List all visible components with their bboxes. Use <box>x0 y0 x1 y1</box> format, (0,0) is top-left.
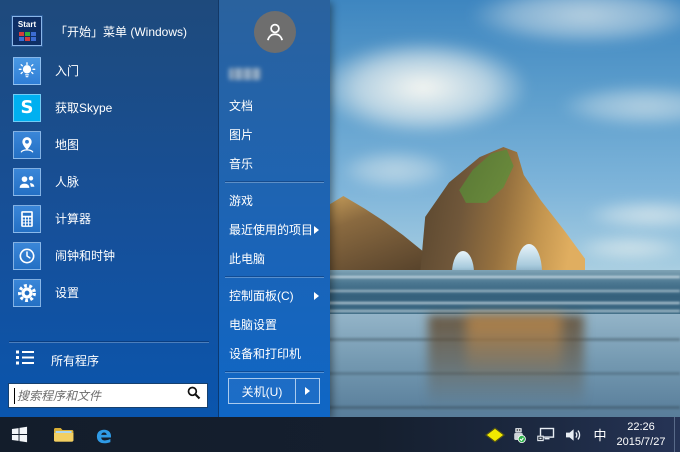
right-item-this-pc[interactable]: 此电脑 <box>219 244 330 273</box>
shutdown-button[interactable]: 关机(U) <box>229 379 295 403</box>
map-pin-icon <box>13 131 41 159</box>
menu-item-label: 设置 <box>55 284 79 301</box>
file-explorer-button[interactable] <box>46 417 80 452</box>
spacer <box>0 311 218 342</box>
people-icon <box>13 168 41 196</box>
search-row <box>0 377 218 417</box>
submenu-arrow-icon <box>314 292 319 300</box>
cloud-shape <box>340 150 450 190</box>
menu-item-label: 获取Skype <box>55 99 112 116</box>
volume-icon <box>565 428 582 442</box>
cloud-shape <box>585 200 680 230</box>
menu-item-label: 闹钟和时钟 <box>55 247 115 264</box>
clock-icon <box>13 242 41 270</box>
all-programs-icon <box>16 350 34 371</box>
shutdown-split-button: 关机(U) <box>228 378 320 404</box>
skype-icon: S <box>13 94 41 122</box>
start-menu-left-panel: Start 「开始」菜单 (Windows) 入门 S 获取Sk <box>0 0 218 417</box>
start-menu: Start 「开始」菜单 (Windows) 入门 S 获取Sk <box>0 0 330 417</box>
right-group-libraries: 文档 图片 音乐 <box>219 91 330 178</box>
user-avatar[interactable] <box>254 11 296 53</box>
right-group-system: 游戏 最近使用的项目 此电脑 <box>219 186 330 273</box>
tray-clock[interactable]: 22:26 2015/7/27 <box>612 417 670 452</box>
menu-item-start-menu-windows[interactable]: Start 「开始」菜单 (Windows) <box>0 0 218 52</box>
yellow-diamond-icon <box>485 427 504 442</box>
menu-item-label: 入门 <box>55 62 79 79</box>
right-item-pictures[interactable]: 图片 <box>219 120 330 149</box>
chinese-input-indicator: 中 <box>593 425 606 444</box>
right-item-recent-items[interactable]: 最近使用的项目 <box>219 215 330 244</box>
taskbar: e <box>0 417 680 452</box>
search-icon[interactable] <box>187 386 201 405</box>
cloud-shape <box>560 85 680 127</box>
screen: Start 「开始」菜单 (Windows) 入门 S 获取Sk <box>0 0 680 452</box>
lightbulb-icon <box>13 57 41 85</box>
tray-network[interactable] <box>533 417 559 452</box>
cloud-shape <box>470 0 680 45</box>
right-item-control-panel[interactable]: 控制面板(C) <box>219 281 330 310</box>
shutdown-options-arrow-button[interactable] <box>295 379 319 403</box>
menu-item-people[interactable]: 人脉 <box>0 163 218 200</box>
user-name-redacted[interactable] <box>229 68 261 80</box>
start-button[interactable] <box>4 417 34 452</box>
submenu-arrow-icon <box>314 226 319 234</box>
search-input[interactable] <box>9 389 187 403</box>
divider <box>225 182 324 183</box>
windows-logo-icon <box>11 426 28 443</box>
clock-date: 2015/7/27 <box>612 435 670 449</box>
menu-item-label: 人脉 <box>55 173 79 190</box>
clock-time: 22:26 <box>612 420 670 434</box>
start-icon-caption: Start <box>18 21 36 29</box>
right-item-music[interactable]: 音乐 <box>219 149 330 178</box>
golden-reflection <box>466 315 562 379</box>
calculator-icon <box>13 205 41 233</box>
tray-app-icon-yellow[interactable] <box>483 417 507 452</box>
menu-item-getting-started[interactable]: 入门 <box>0 52 218 89</box>
tray-usb-safely-remove[interactable] <box>506 417 530 452</box>
tray-volume[interactable] <box>560 417 586 452</box>
menu-item-settings[interactable]: 设置 <box>0 274 218 311</box>
start-menu-app-icon: Start <box>12 16 42 46</box>
right-group-settings: 控制面板(C) 电脑设置 设备和打印机 <box>219 281 330 368</box>
menu-item-calculator[interactable]: 计算器 <box>0 200 218 237</box>
menu-item-get-skype[interactable]: S 获取Skype <box>0 89 218 126</box>
edge-browser-button[interactable]: e <box>88 417 120 452</box>
tray-input-indicator[interactable]: 中 <box>588 417 612 452</box>
menu-item-maps[interactable]: 地图 <box>0 126 218 163</box>
menu-item-alarms-clock[interactable]: 闹钟和时钟 <box>0 237 218 274</box>
menu-item-label: 地图 <box>55 136 79 153</box>
right-item-devices-printers[interactable]: 设备和打印机 <box>219 339 330 368</box>
text-caret <box>14 388 15 404</box>
gear-icon <box>13 279 41 307</box>
divider <box>225 277 324 278</box>
cloud-shape <box>318 40 528 135</box>
start-icon-tiles <box>19 32 36 41</box>
divider <box>225 372 324 373</box>
folder-icon <box>53 426 74 443</box>
usb-device-icon <box>511 427 526 443</box>
right-item-games[interactable]: 游戏 <box>219 186 330 215</box>
all-programs-button[interactable]: 所有程序 <box>0 343 218 377</box>
right-item-documents[interactable]: 文档 <box>219 91 330 120</box>
network-icon <box>537 427 555 442</box>
cloud-shape <box>575 235 680 261</box>
right-item-pc-settings[interactable]: 电脑设置 <box>219 310 330 339</box>
menu-item-label: 计算器 <box>55 210 91 227</box>
show-desktop-button[interactable] <box>674 417 680 452</box>
edge-icon: e <box>96 423 112 447</box>
menu-item-label: 「开始」菜单 (Windows) <box>55 23 187 40</box>
start-menu-right-panel: 文档 图片 音乐 游戏 最近使用的项目 此电脑 控制面板(C) 电脑设置 <box>218 0 330 417</box>
all-programs-label: 所有程序 <box>51 352 99 369</box>
search-box[interactable] <box>8 383 208 408</box>
small-rock-formation <box>328 196 424 274</box>
submenu-arrow-icon <box>305 387 310 395</box>
